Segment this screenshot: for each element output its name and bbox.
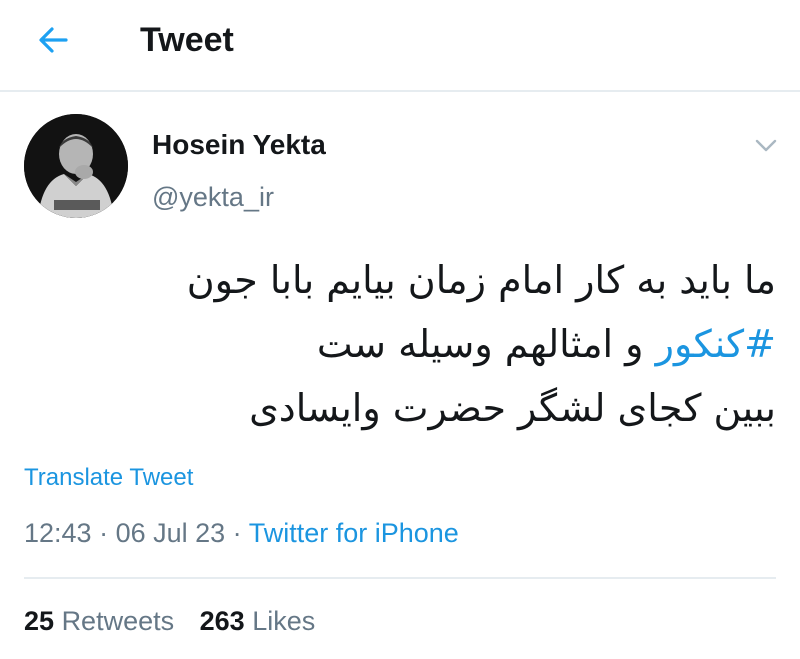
translate-tweet-link[interactable]: Translate Tweet bbox=[24, 462, 193, 494]
chevron-down-icon bbox=[755, 139, 777, 152]
retweets-stat[interactable]: 25 Retweets bbox=[24, 606, 174, 636]
retweets-label: Retweets bbox=[61, 606, 175, 636]
avatar[interactable] bbox=[24, 114, 128, 218]
tweet-text: ما باید به کار امام زمان بیایم بابا جون … bbox=[36, 248, 776, 440]
divider bbox=[24, 577, 776, 579]
arrow-left-icon bbox=[39, 27, 68, 53]
tweet-date: 06 Jul 23 bbox=[115, 518, 226, 548]
tweet-line-3: ببین کجای لشگر حضرت وایسادی bbox=[249, 386, 776, 430]
meta-separator: · bbox=[91, 518, 116, 548]
likes-label: Likes bbox=[252, 606, 316, 636]
author-name[interactable]: Hosein Yekta bbox=[152, 128, 326, 162]
tweet-source-link[interactable]: Twitter for iPhone bbox=[249, 518, 459, 548]
tweet-meta: 12:43 · 06 Jul 23 · Twitter for iPhone bbox=[24, 515, 459, 551]
retweets-count: 25 bbox=[24, 606, 55, 636]
tweet-line-1: ما باید به کار امام زمان بیایم بابا جون bbox=[186, 258, 776, 302]
likes-stat[interactable]: 263 Likes bbox=[200, 606, 316, 636]
hashtag-link[interactable]: #کنکور bbox=[656, 322, 776, 366]
tweet-stats: 25 Retweets 263 Likes bbox=[24, 603, 333, 639]
likes-count: 263 bbox=[199, 606, 245, 636]
author-handle[interactable]: @yekta_ir bbox=[152, 180, 274, 214]
page-title: Tweet bbox=[140, 21, 234, 59]
tweet-line-2: #کنکور و امثالهم وسیله ست bbox=[36, 312, 776, 376]
tweet-line-2-text: و امثالهم وسیله ست bbox=[316, 322, 656, 366]
tweet-options-button[interactable] bbox=[752, 134, 780, 156]
top-bar: Tweet bbox=[0, 0, 800, 92]
tweet-time: 12:43 bbox=[24, 518, 92, 548]
tweet-detail-page: Tweet Hosein Yekta @yekta_ir ما باید به … bbox=[0, 0, 800, 659]
meta-separator: · bbox=[225, 518, 249, 548]
back-button[interactable] bbox=[34, 20, 74, 60]
avatar-photo bbox=[24, 114, 128, 218]
